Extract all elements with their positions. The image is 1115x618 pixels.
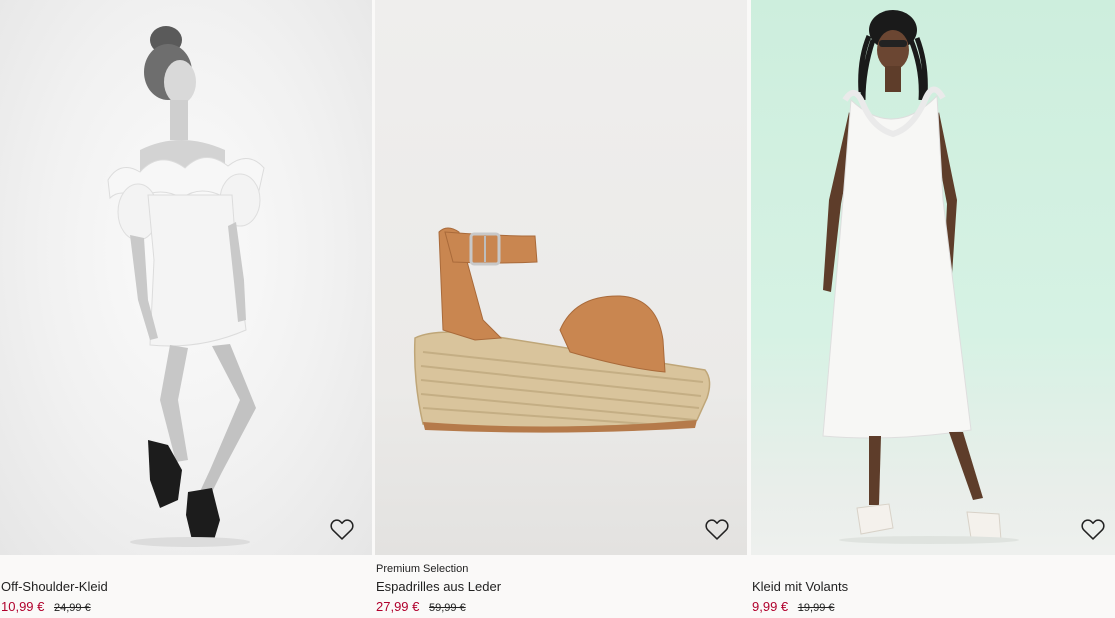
heart-outline-icon (330, 519, 354, 540)
product-title[interactable]: Espadrilles aus Leder (376, 579, 748, 595)
heart-outline-icon (705, 519, 729, 540)
sale-price: 27,99 € (376, 599, 420, 614)
product-badge: Premium Selection (376, 563, 469, 575)
product-card-kleid-mit-volants[interactable]: Kleid mit Volants 9,99 € 19,99 € (751, 0, 1115, 618)
heart-outline-icon (1081, 519, 1105, 540)
product-grid: Off-Shoulder-Kleid 10,99 € 24,99 € Premi… (0, 0, 1115, 618)
sale-price: 10,99 € (1, 599, 45, 614)
product-info: Kleid mit Volants 9,99 € 19,99 € (752, 562, 1115, 616)
price-row: 9,99 € 19,99 € (752, 599, 1115, 616)
product-title[interactable]: Off-Shoulder-Kleid (1, 579, 373, 595)
original-price: 19,99 € (797, 602, 835, 614)
product-image[interactable] (0, 0, 372, 555)
product-photo-espadrille (413, 227, 711, 433)
product-badge (1, 562, 373, 576)
model-photo-mint (822, 10, 1019, 544)
sale-price: 9,99 € (752, 599, 789, 614)
product-card-off-shoulder-kleid[interactable]: Off-Shoulder-Kleid 10,99 € 24,99 € (0, 0, 372, 618)
product-image[interactable] (751, 0, 1115, 555)
product-info: Off-Shoulder-Kleid 10,99 € 24,99 € (1, 562, 373, 616)
favorite-button[interactable] (703, 515, 731, 543)
product-image[interactable] (375, 0, 747, 555)
original-price: 59,99 € (429, 602, 466, 614)
price-row: 27,99 € 59,99 € (376, 599, 748, 616)
product-title[interactable]: Kleid mit Volants (752, 579, 1115, 595)
favorite-button[interactable] (1079, 515, 1107, 543)
original-price: 24,99 € (54, 602, 91, 614)
product-card-espadrilles-aus-leder[interactable]: Premium Selection Espadrilles aus Leder … (375, 0, 747, 618)
model-photo-bw (107, 26, 265, 547)
price-row: 10,99 € 24,99 € (1, 599, 373, 616)
product-info: Premium Selection Espadrilles aus Leder … (376, 562, 748, 616)
favorite-button[interactable] (328, 515, 356, 543)
product-badge (752, 562, 1115, 576)
